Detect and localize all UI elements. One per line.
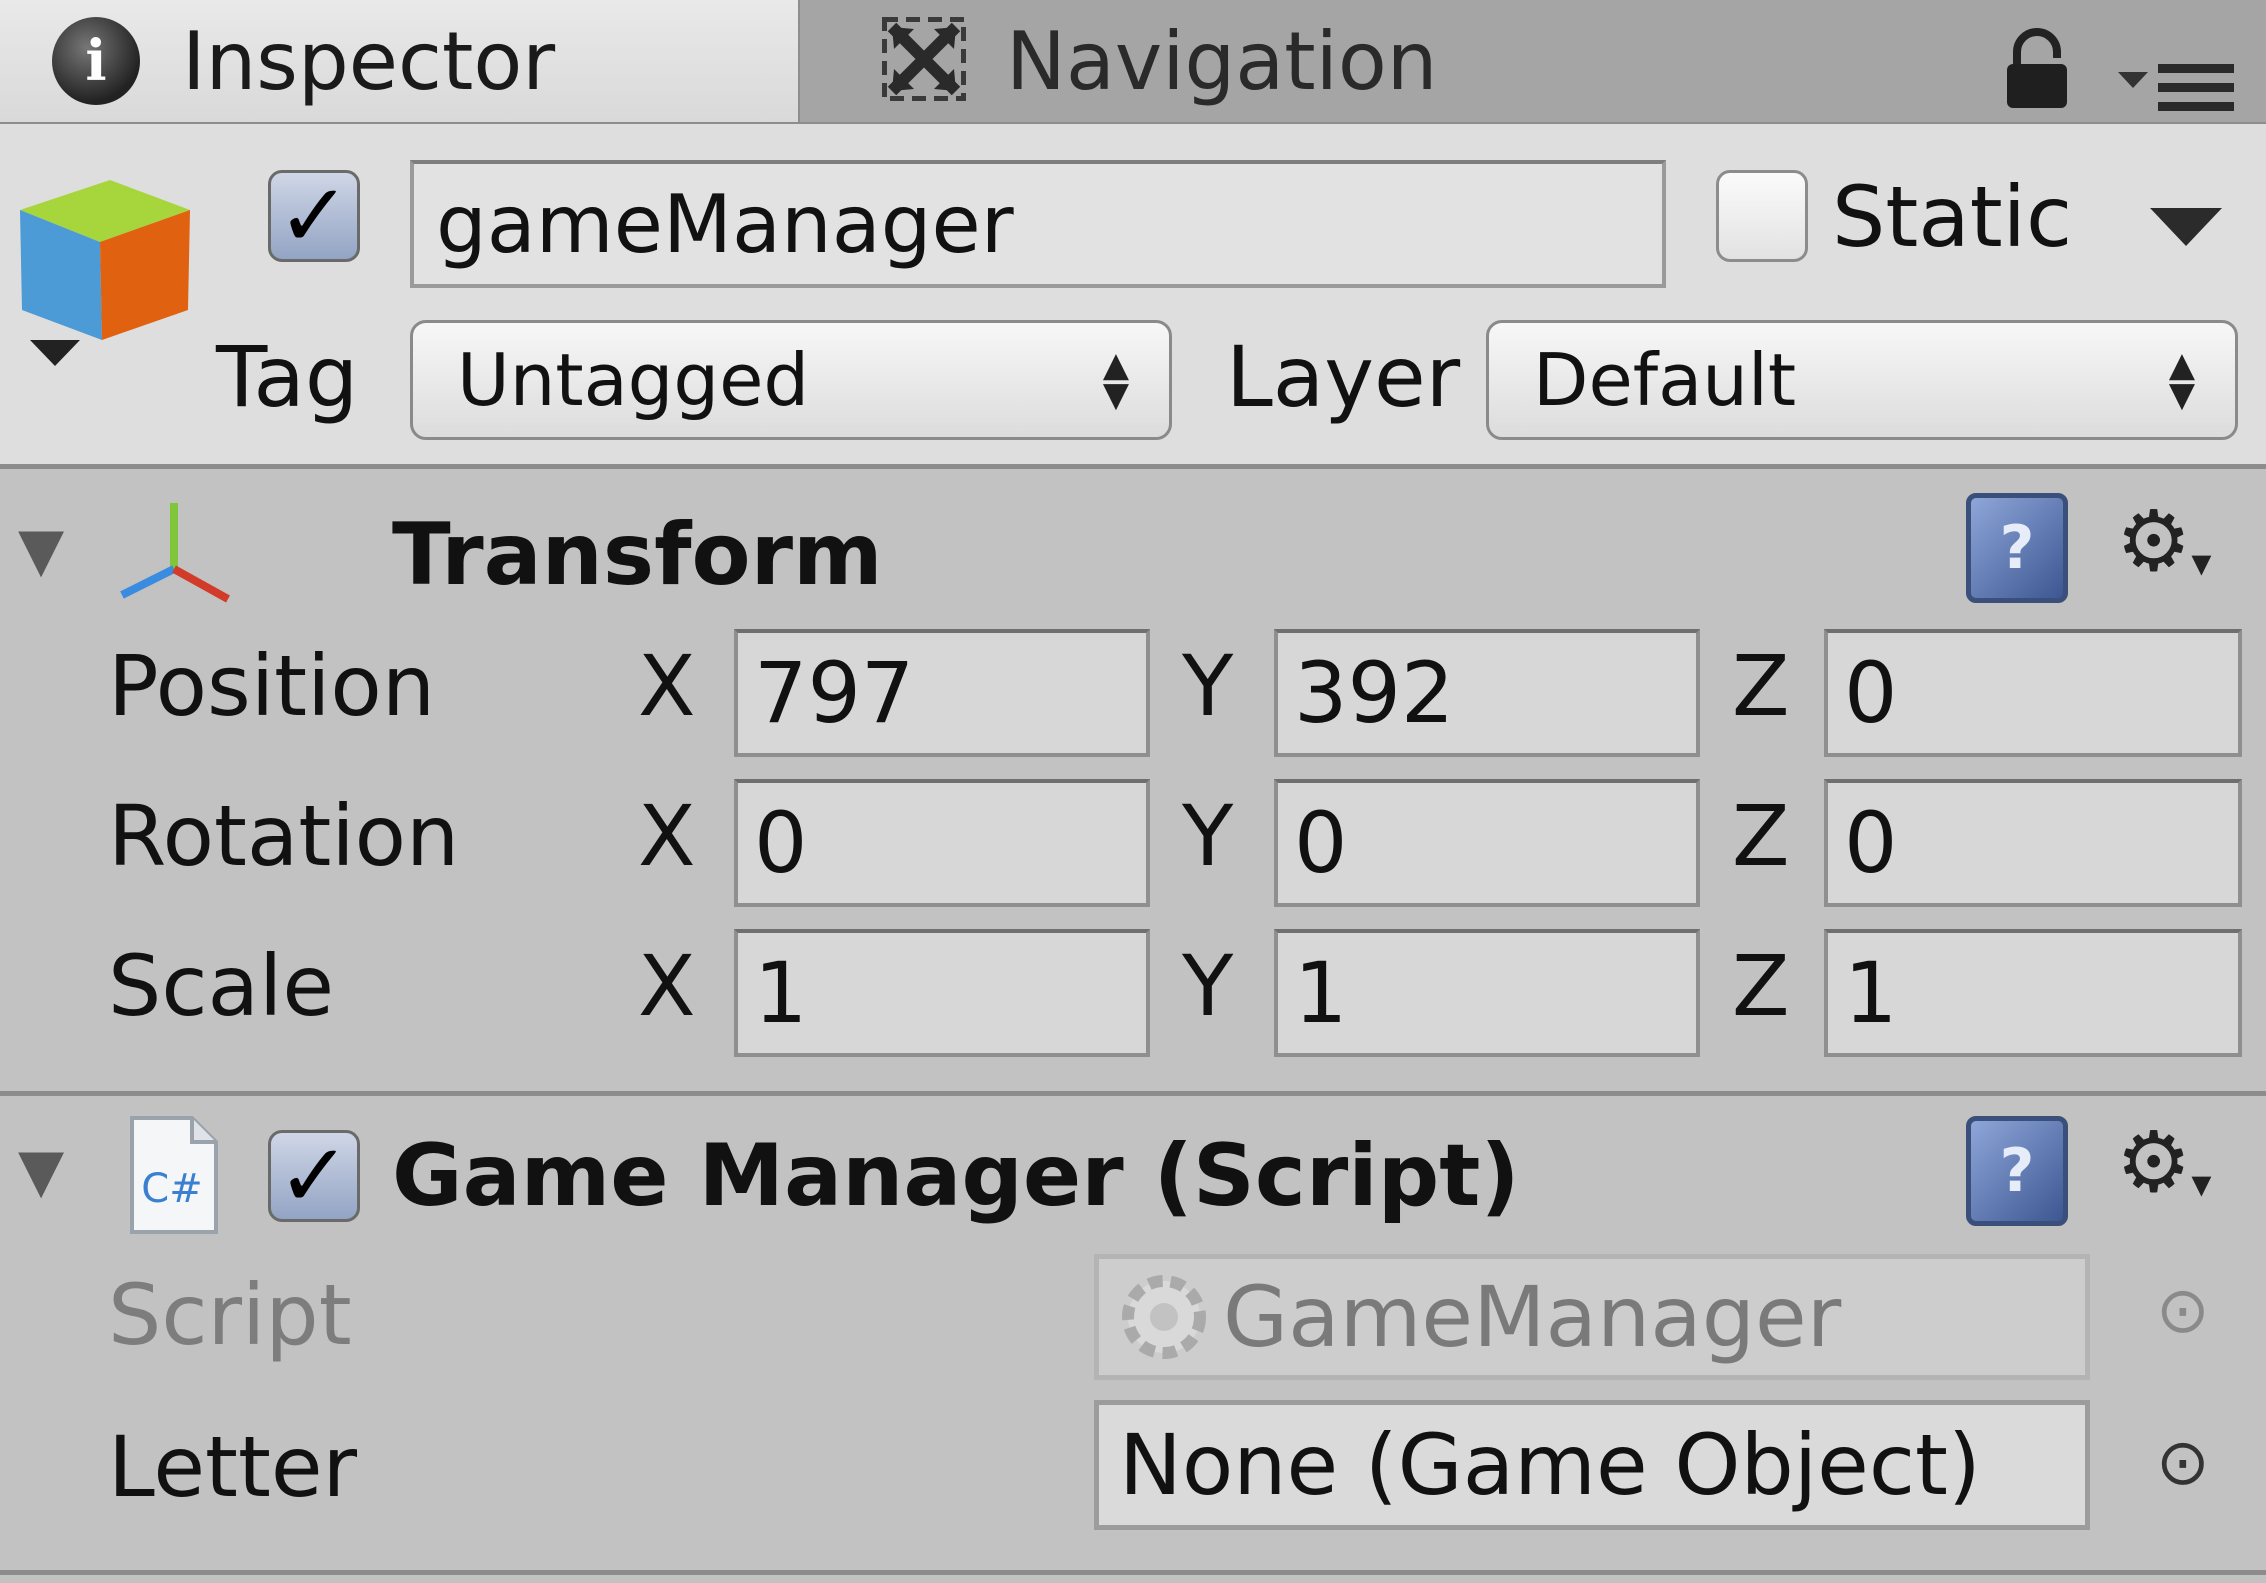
svg-text:C#: C# bbox=[141, 1166, 202, 1212]
tag-dropdown[interactable]: Untagged ▲ ▼ bbox=[410, 320, 1172, 440]
scale-label: Scale bbox=[108, 937, 334, 1035]
script-asset-icon bbox=[1119, 1272, 1209, 1362]
axes-icon bbox=[116, 499, 236, 613]
position-y-field[interactable]: 392 bbox=[1274, 629, 1700, 757]
game-manager-script-component: ▼ C# ✓ Game Manager (Script) ? ⚙▾ Script… bbox=[0, 1096, 2266, 1564]
axis-y-label: Y bbox=[1182, 937, 1234, 1035]
script-component-title: Game Manager (Script) bbox=[392, 1126, 1520, 1226]
csharp-file-icon: C# bbox=[128, 1114, 220, 1240]
gameobject-header: ✓ gameManager Static Tag Untagged ▲ ▼ Lay… bbox=[0, 124, 2266, 469]
position-x-field[interactable]: 797 bbox=[734, 629, 1150, 757]
cube-icon bbox=[10, 170, 190, 374]
navigation-icon bbox=[881, 16, 967, 105]
axis-x-label: X bbox=[638, 637, 696, 735]
tab-navigation-label: Navigation bbox=[1006, 14, 1438, 108]
rotation-z-field[interactable]: 0 bbox=[1824, 779, 2242, 907]
position-label: Position bbox=[108, 637, 436, 735]
rotation-y-field[interactable]: 0 bbox=[1274, 779, 1700, 907]
rotation-label: Rotation bbox=[108, 787, 460, 885]
rotation-x-field[interactable]: 0 bbox=[734, 779, 1150, 907]
tab-inspector[interactable]: i Inspector bbox=[0, 0, 800, 122]
static-label: Static bbox=[1832, 168, 2073, 266]
tag-label: Tag bbox=[216, 328, 359, 426]
letter-field-label: Letter bbox=[108, 1418, 358, 1516]
dropdown-arrows-icon: ▲ ▼ bbox=[2168, 345, 2195, 415]
gear-icon[interactable]: ⚙▾ bbox=[2116, 1120, 2211, 1204]
transform-title: Transform bbox=[392, 505, 883, 605]
axis-z-label: Z bbox=[1732, 937, 1790, 1035]
lock-icon[interactable] bbox=[2005, 28, 2069, 114]
scale-y-field[interactable]: 1 bbox=[1274, 929, 1700, 1057]
script-enabled-checkbox[interactable]: ✓ bbox=[268, 1130, 360, 1222]
help-book-icon[interactable]: ? bbox=[1966, 1116, 2068, 1226]
axis-z-label: Z bbox=[1732, 637, 1790, 735]
scale-x-field[interactable]: 1 bbox=[734, 929, 1150, 1057]
tab-navigation[interactable]: Navigation bbox=[802, 0, 1562, 122]
letter-object-field[interactable]: None (Game Object) bbox=[1094, 1400, 2090, 1530]
help-book-icon[interactable]: ? bbox=[1966, 493, 2068, 603]
tag-value: Untagged bbox=[457, 338, 810, 422]
gameobject-name-field[interactable]: gameManager bbox=[410, 160, 1666, 288]
layer-value: Default bbox=[1533, 338, 1797, 422]
dropdown-arrows-icon: ▲ ▼ bbox=[1102, 345, 1129, 415]
transform-component: ▼ Transform ? ⚙▾ Position X 797 Y 392 Z … bbox=[0, 469, 2266, 1089]
info-icon: i bbox=[52, 17, 140, 105]
object-picker-icon: ⊙ bbox=[2156, 1274, 2210, 1348]
static-dropdown-arrow-icon[interactable] bbox=[2150, 204, 2222, 252]
object-picker-icon[interactable]: ⊙ bbox=[2156, 1426, 2210, 1500]
script-object-field: GameManager bbox=[1094, 1254, 2090, 1380]
axis-x-label: X bbox=[638, 937, 696, 1035]
layer-label: Layer bbox=[1226, 328, 1461, 426]
gear-icon[interactable]: ⚙▾ bbox=[2116, 499, 2211, 583]
axis-z-label: Z bbox=[1732, 787, 1790, 885]
scale-z-field[interactable]: 1 bbox=[1824, 929, 2242, 1057]
axis-x-label: X bbox=[638, 787, 696, 885]
menu-icon[interactable] bbox=[2118, 62, 2236, 118]
script-object-value: GameManager bbox=[1223, 1268, 1842, 1366]
axis-y-label: Y bbox=[1182, 787, 1234, 885]
axis-y-label: Y bbox=[1182, 637, 1234, 735]
script-foldout-icon[interactable]: ▼ bbox=[18, 1136, 64, 1206]
transform-foldout-icon[interactable]: ▼ bbox=[18, 515, 64, 585]
script-field-label: Script bbox=[108, 1266, 352, 1364]
layer-dropdown[interactable]: Default ▲ ▼ bbox=[1486, 320, 2238, 440]
tab-inspector-label: Inspector bbox=[182, 14, 556, 108]
bottom-divider bbox=[0, 1570, 2266, 1575]
static-checkbox[interactable] bbox=[1716, 170, 1808, 262]
tab-bar: i Inspector Navigation bbox=[0, 0, 2266, 124]
position-z-field[interactable]: 0 bbox=[1824, 629, 2242, 757]
active-checkbox[interactable]: ✓ bbox=[268, 170, 360, 262]
